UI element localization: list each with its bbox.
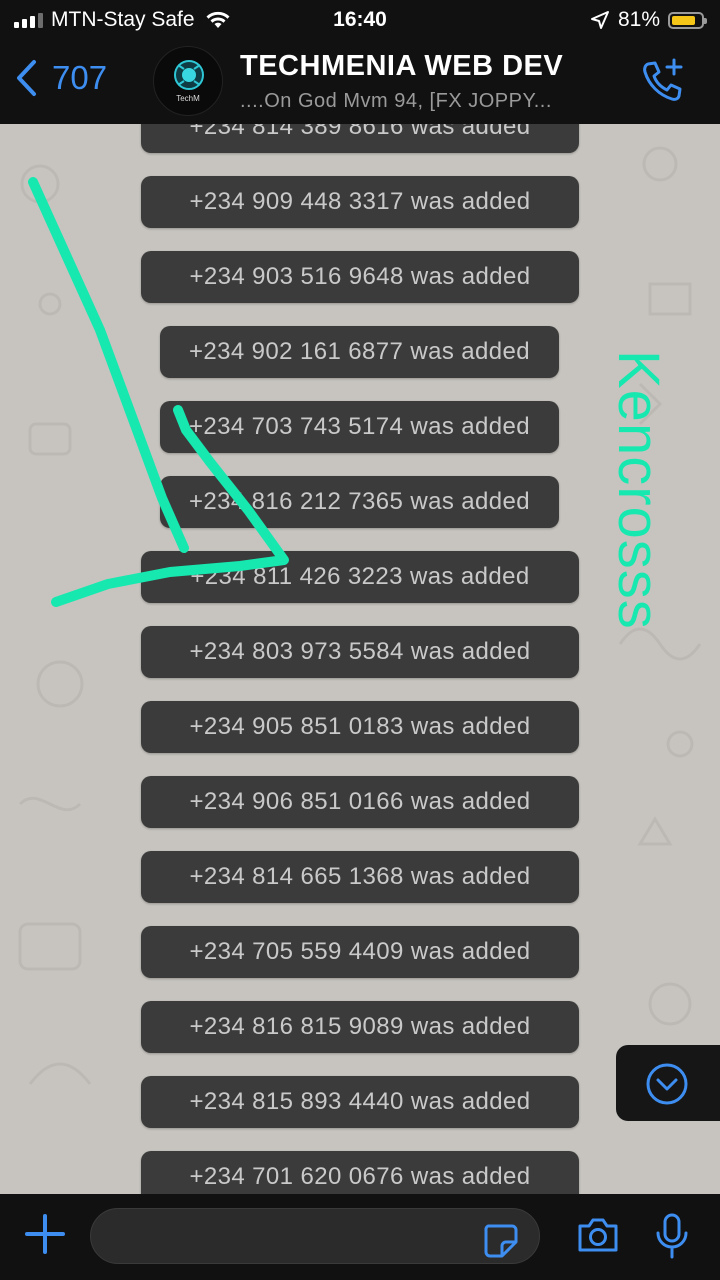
- system-message: +234 906 851 0166 was added: [141, 776, 579, 828]
- system-message: +234 803 973 5584 was added: [141, 626, 579, 678]
- handwritten-signature: Kencrosss: [606, 350, 671, 630]
- chat-header: 707 TechM TECHMENIA WEB DEV ....On God M…: [0, 40, 720, 124]
- system-message: +234 814 665 1368 was added: [141, 851, 579, 903]
- techm-logo: [174, 60, 204, 90]
- system-message: +234 814 389 8616 was added: [141, 124, 579, 153]
- mic-icon[interactable]: [654, 1213, 690, 1261]
- sticker-icon[interactable]: [482, 1222, 518, 1258]
- status-bar: MTN-Stay Safe 16:40 81%: [0, 0, 720, 40]
- system-message: +234 811 426 3223 was added: [141, 551, 579, 603]
- group-avatar[interactable]: TechM: [153, 46, 223, 116]
- compose-bar: [0, 1194, 720, 1280]
- message-input[interactable]: [90, 1208, 540, 1264]
- unread-count: 707: [52, 59, 108, 96]
- add-call-icon[interactable]: [640, 58, 686, 104]
- system-message: +234 905 851 0183 was added: [141, 701, 579, 753]
- system-message: +234 816 815 9089 was added: [141, 1001, 579, 1053]
- group-members-preview[interactable]: ....On God Mvm 94, [FX JOPPY...: [240, 90, 552, 113]
- group-name[interactable]: TECHMENIA WEB DEV: [240, 50, 563, 83]
- scroll-down-button[interactable]: [616, 1045, 720, 1121]
- camera-icon[interactable]: [576, 1216, 620, 1254]
- system-message: +234 701 620 0676 was added: [141, 1151, 579, 1194]
- system-message: +234 815 893 4440 was added: [141, 1076, 579, 1128]
- back-button[interactable]: 707: [14, 58, 107, 98]
- battery-icon: [668, 11, 707, 29]
- system-message: +234 703 743 5174 was added: [160, 401, 559, 453]
- system-message: +234 903 516 9648 was added: [141, 251, 579, 303]
- system-message: +234 909 448 3317 was added: [141, 176, 579, 228]
- system-message: +234 902 161 6877 was added: [160, 326, 559, 378]
- plus-icon[interactable]: [24, 1213, 66, 1255]
- system-message: +234 705 559 4409 was added: [141, 926, 579, 978]
- system-message: +234 816 212 7365 was added: [160, 476, 559, 528]
- scroll-down-icon: [646, 1063, 688, 1105]
- location-icon: [590, 11, 609, 29]
- status-right: 81%: [590, 8, 707, 32]
- battery-percent: 81%: [617, 8, 660, 31]
- back-chevron-icon: [17, 60, 36, 96]
- avatar-text: TechM: [176, 94, 200, 103]
- battery-fill: [672, 15, 695, 25]
